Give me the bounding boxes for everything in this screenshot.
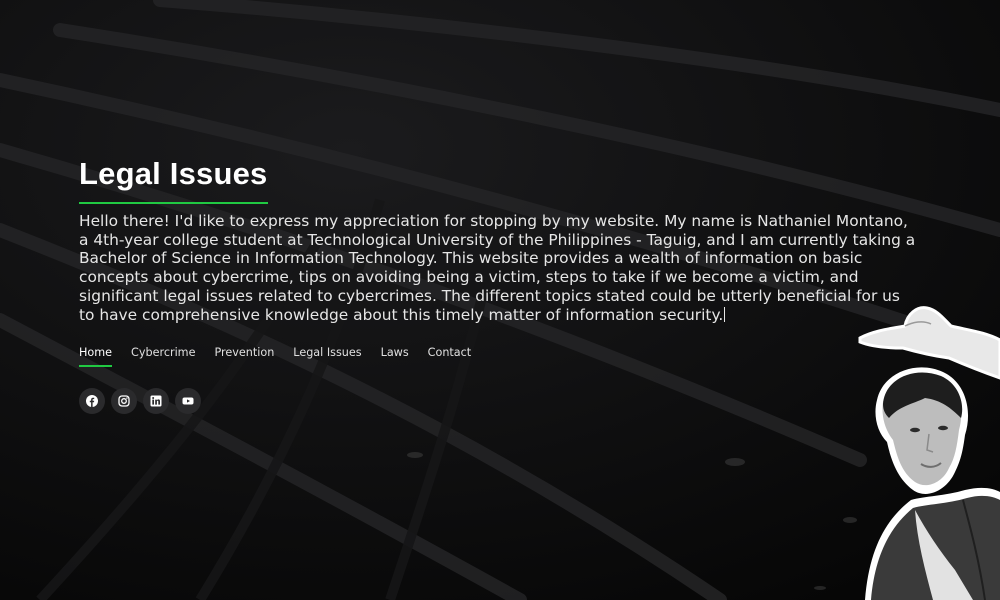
portrait-image bbox=[858, 306, 1000, 600]
pointing-hand bbox=[858, 306, 1000, 380]
text-cursor bbox=[724, 306, 726, 322]
intro-paragraph: Hello there! I'd like to express my appr… bbox=[79, 212, 917, 324]
nav-prevention[interactable]: Prevention bbox=[214, 346, 274, 367]
main-nav: Home Cybercrime Prevention Legal Issues … bbox=[79, 346, 471, 367]
linkedin-icon bbox=[150, 395, 162, 407]
youtube-icon bbox=[182, 397, 194, 405]
page-title: Legal Issues bbox=[79, 156, 268, 204]
youtube-button[interactable] bbox=[175, 388, 201, 414]
nav-home[interactable]: Home bbox=[79, 346, 113, 367]
instagram-icon bbox=[118, 395, 130, 407]
nav-contact[interactable]: Contact bbox=[428, 346, 472, 367]
nav-laws[interactable]: Laws bbox=[381, 346, 409, 367]
facebook-button[interactable] bbox=[79, 388, 105, 414]
instagram-button[interactable] bbox=[111, 388, 137, 414]
nav-cybercrime[interactable]: Cybercrime bbox=[131, 346, 195, 367]
social-links bbox=[79, 388, 201, 414]
intro-text: Hello there! I'd like to express my appr… bbox=[79, 212, 916, 324]
nav-legal-issues[interactable]: Legal Issues bbox=[293, 346, 361, 367]
facebook-icon bbox=[86, 395, 98, 407]
linkedin-button[interactable] bbox=[143, 388, 169, 414]
